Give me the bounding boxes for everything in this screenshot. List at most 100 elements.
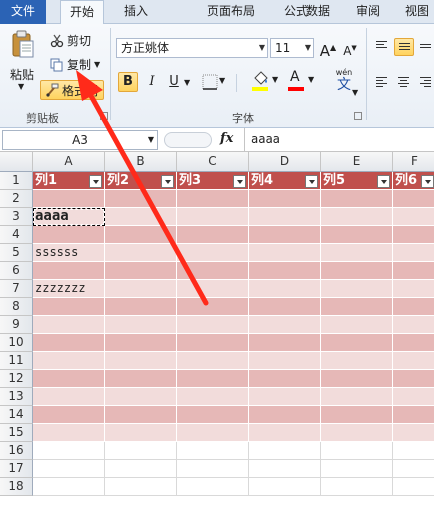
cell-B12[interactable] [105,370,177,388]
tab-home[interactable]: 开始 [60,0,104,25]
font-name-combo[interactable]: 方正姚体 ▼ [116,38,268,58]
phonetic-dropdown-icon[interactable]: ▼ [352,88,358,97]
name-box[interactable]: A3 ▼ [2,130,158,150]
cell-F13[interactable] [393,388,434,406]
cell-F9[interactable] [393,316,434,334]
row-header-11[interactable]: 11 [0,352,33,370]
grow-font-button[interactable]: A▲ [318,38,338,60]
cell-E5[interactable] [321,244,393,262]
row-header-3[interactable]: 3 [0,208,33,226]
cell-B4[interactable] [105,226,177,244]
cell-D18[interactable] [249,478,321,496]
align-top-button[interactable] [372,38,392,56]
row-header-14[interactable]: 14 [0,406,33,424]
align-right-button[interactable] [416,74,434,92]
format-painter-button[interactable]: 格式刷 [40,80,104,100]
font-color-dropdown-icon[interactable]: ▼ [308,75,314,84]
column-header-D[interactable]: D [249,152,321,172]
cell-A2[interactable] [33,190,105,208]
underline-dropdown-icon[interactable]: ▼ [184,78,190,87]
cell-E17[interactable] [321,460,393,478]
filter-dropdown-icon[interactable] [89,175,102,188]
cell-E8[interactable] [321,298,393,316]
cell-E15[interactable] [321,424,393,442]
cell-C3[interactable] [177,208,249,226]
filter-dropdown-icon[interactable] [161,175,174,188]
cell-B2[interactable] [105,190,177,208]
align-left-button[interactable] [372,74,392,92]
font-color-button[interactable]: A ▼ [286,69,318,94]
cell-F17[interactable] [393,460,434,478]
cell-C8[interactable] [177,298,249,316]
clipboard-launcher-icon[interactable] [100,112,108,120]
cell-A6[interactable] [33,262,105,280]
cell-D7[interactable] [249,280,321,298]
cell-D15[interactable] [249,424,321,442]
filter-dropdown-icon[interactable] [305,175,318,188]
align-bottom-button[interactable] [416,38,434,56]
cell-F5[interactable] [393,244,434,262]
row-header-16[interactable]: 16 [0,442,33,460]
cell-C7[interactable] [177,280,249,298]
cell-D16[interactable] [249,442,321,460]
cell-C15[interactable] [177,424,249,442]
row-header-18[interactable]: 18 [0,478,33,496]
cell-B11[interactable] [105,352,177,370]
cell-D8[interactable] [249,298,321,316]
cell-F14[interactable] [393,406,434,424]
cell-A17[interactable] [33,460,105,478]
row-header-15[interactable]: 15 [0,424,33,442]
row-header-13[interactable]: 13 [0,388,33,406]
fill-color-button[interactable]: ▼ [250,70,282,94]
cell-C2[interactable] [177,190,249,208]
cell-B10[interactable] [105,334,177,352]
cell-D4[interactable] [249,226,321,244]
cell-E1[interactable]: 列5 [321,172,393,190]
cell-C18[interactable] [177,478,249,496]
cell-E10[interactable] [321,334,393,352]
phonetic-button[interactable]: wén 文 ▼ [328,68,360,97]
paste-dropdown-arrow-icon[interactable]: ▼ [18,82,24,91]
cell-C5[interactable] [177,244,249,262]
cell-E14[interactable] [321,406,393,424]
cell-A7[interactable]: zzzzzzz [33,280,105,298]
cell-C4[interactable] [177,226,249,244]
formula-input[interactable]: aaaa [244,128,434,152]
cell-A18[interactable] [33,478,105,496]
cell-E11[interactable] [321,352,393,370]
cell-B16[interactable] [105,442,177,460]
row-header-12[interactable]: 12 [0,370,33,388]
column-header-A[interactable]: A [33,152,105,172]
cell-C17[interactable] [177,460,249,478]
column-header-C[interactable]: C [177,152,249,172]
cell-A11[interactable] [33,352,105,370]
fill-color-dropdown-icon[interactable]: ▼ [272,75,278,84]
cell-D5[interactable] [249,244,321,262]
column-header-F[interactable]: F [393,152,434,172]
font-launcher-icon[interactable] [354,112,362,120]
row-header-5[interactable]: 5 [0,244,33,262]
insert-function-button[interactable]: fx [220,131,233,146]
row-header-8[interactable]: 8 [0,298,33,316]
cell-A4[interactable] [33,226,105,244]
cell-A16[interactable] [33,442,105,460]
tab-data[interactable]: 数据 [300,0,336,24]
borders-dropdown-icon[interactable]: ▼ [219,76,225,85]
cell-E3[interactable] [321,208,393,226]
cell-C11[interactable] [177,352,249,370]
cell-F8[interactable] [393,298,434,316]
row-header-6[interactable]: 6 [0,262,33,280]
font-size-dropdown-icon[interactable]: ▼ [305,39,311,57]
tab-file[interactable]: 文件 [0,0,46,24]
cell-C13[interactable] [177,388,249,406]
column-header-B[interactable]: B [105,152,177,172]
cell-B5[interactable] [105,244,177,262]
cell-F16[interactable] [393,442,434,460]
filter-dropdown-icon[interactable] [233,175,246,188]
cell-F6[interactable] [393,262,434,280]
cut-button[interactable]: 剪切 [50,32,91,49]
cell-E7[interactable] [321,280,393,298]
cell-B8[interactable] [105,298,177,316]
tab-review[interactable]: 审阅 [350,0,386,24]
row-header-1[interactable]: 1 [0,172,33,190]
